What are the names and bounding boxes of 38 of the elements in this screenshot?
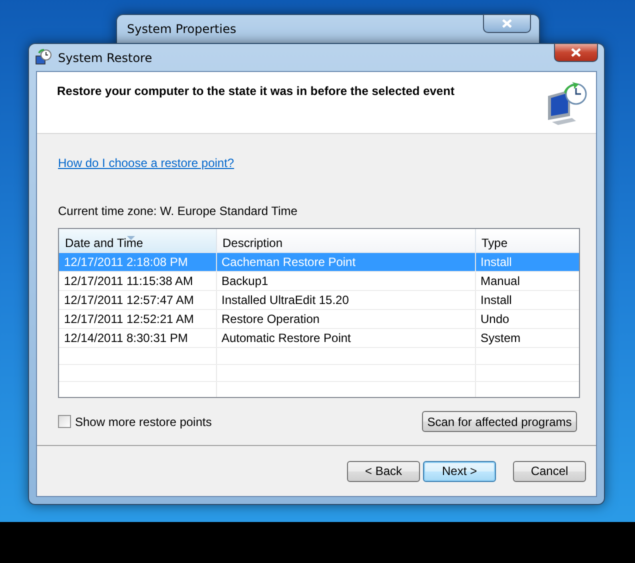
wizard-button[interactable]: Cancel bbox=[513, 460, 586, 482]
table-cell: Cacheman Restore Point bbox=[216, 252, 475, 272]
window-title: System Properties bbox=[127, 20, 236, 38]
wizard-button[interactable]: < Back bbox=[347, 460, 420, 482]
scan-button[interactable]: Scan for affected programs bbox=[422, 411, 577, 432]
table-cell: Install bbox=[475, 252, 579, 272]
column-header[interactable]: Date and Time bbox=[59, 229, 216, 252]
heading: Restore your computer to the state it was in before the selected event bbox=[57, 83, 454, 100]
column-header[interactable]: Type bbox=[475, 229, 579, 252]
list-row[interactable]: 12/17/2011 12:52:21 AM Restore Operation Undo bbox=[59, 310, 579, 328]
table-cell: 12/17/2011 2:18:08 PM bbox=[59, 252, 216, 272]
list-row[interactable]: 12/14/2011 8:30:31 PM Automatic Restore Point System bbox=[59, 328, 579, 348]
sort-arrow-icon bbox=[127, 236, 135, 242]
restore-icon bbox=[35, 49, 52, 66]
table-cell: Automatic Restore Point bbox=[216, 328, 475, 348]
table-cell: System bbox=[475, 328, 579, 348]
close-icon bbox=[571, 48, 581, 57]
close-icon bbox=[502, 19, 512, 28]
close-button[interactable] bbox=[554, 43, 598, 62]
window-title: System Restore bbox=[58, 50, 152, 66]
list-row[interactable]: 12/17/2011 11:15:38 AM Backup1 Manual bbox=[59, 272, 579, 290]
table-cell: 12/14/2011 8:30:31 PM bbox=[59, 328, 216, 348]
table-cell: Undo bbox=[475, 310, 579, 328]
table-cell: 12/17/2011 12:52:21 AM bbox=[59, 310, 216, 328]
table-cell: 12/17/2011 12:57:47 AM bbox=[59, 290, 216, 310]
table-cell: Installed UltraEdit 15.20 bbox=[216, 290, 475, 310]
table-cell: Backup1 bbox=[216, 272, 475, 290]
column-header[interactable]: Description bbox=[216, 229, 475, 252]
help-link[interactable]: How do I choose a restore point? bbox=[58, 156, 234, 170]
wizard-button[interactable]: Next > bbox=[423, 460, 496, 482]
show-more-checkbox[interactable]: Show more restore points bbox=[58, 412, 212, 430]
table-cell: Install bbox=[475, 290, 579, 310]
table-cell: Restore Operation bbox=[216, 310, 475, 328]
close-button[interactable] bbox=[483, 14, 531, 33]
table-cell: Manual bbox=[475, 272, 579, 290]
time-zone-label: Current time zone: W. Europe Standard Time bbox=[58, 203, 298, 220]
table-cell: 12/17/2011 11:15:38 AM bbox=[59, 272, 216, 290]
list-row[interactable]: 12/17/2011 12:57:47 AM Installed UltraEdit 15.20 Install bbox=[59, 290, 579, 310]
